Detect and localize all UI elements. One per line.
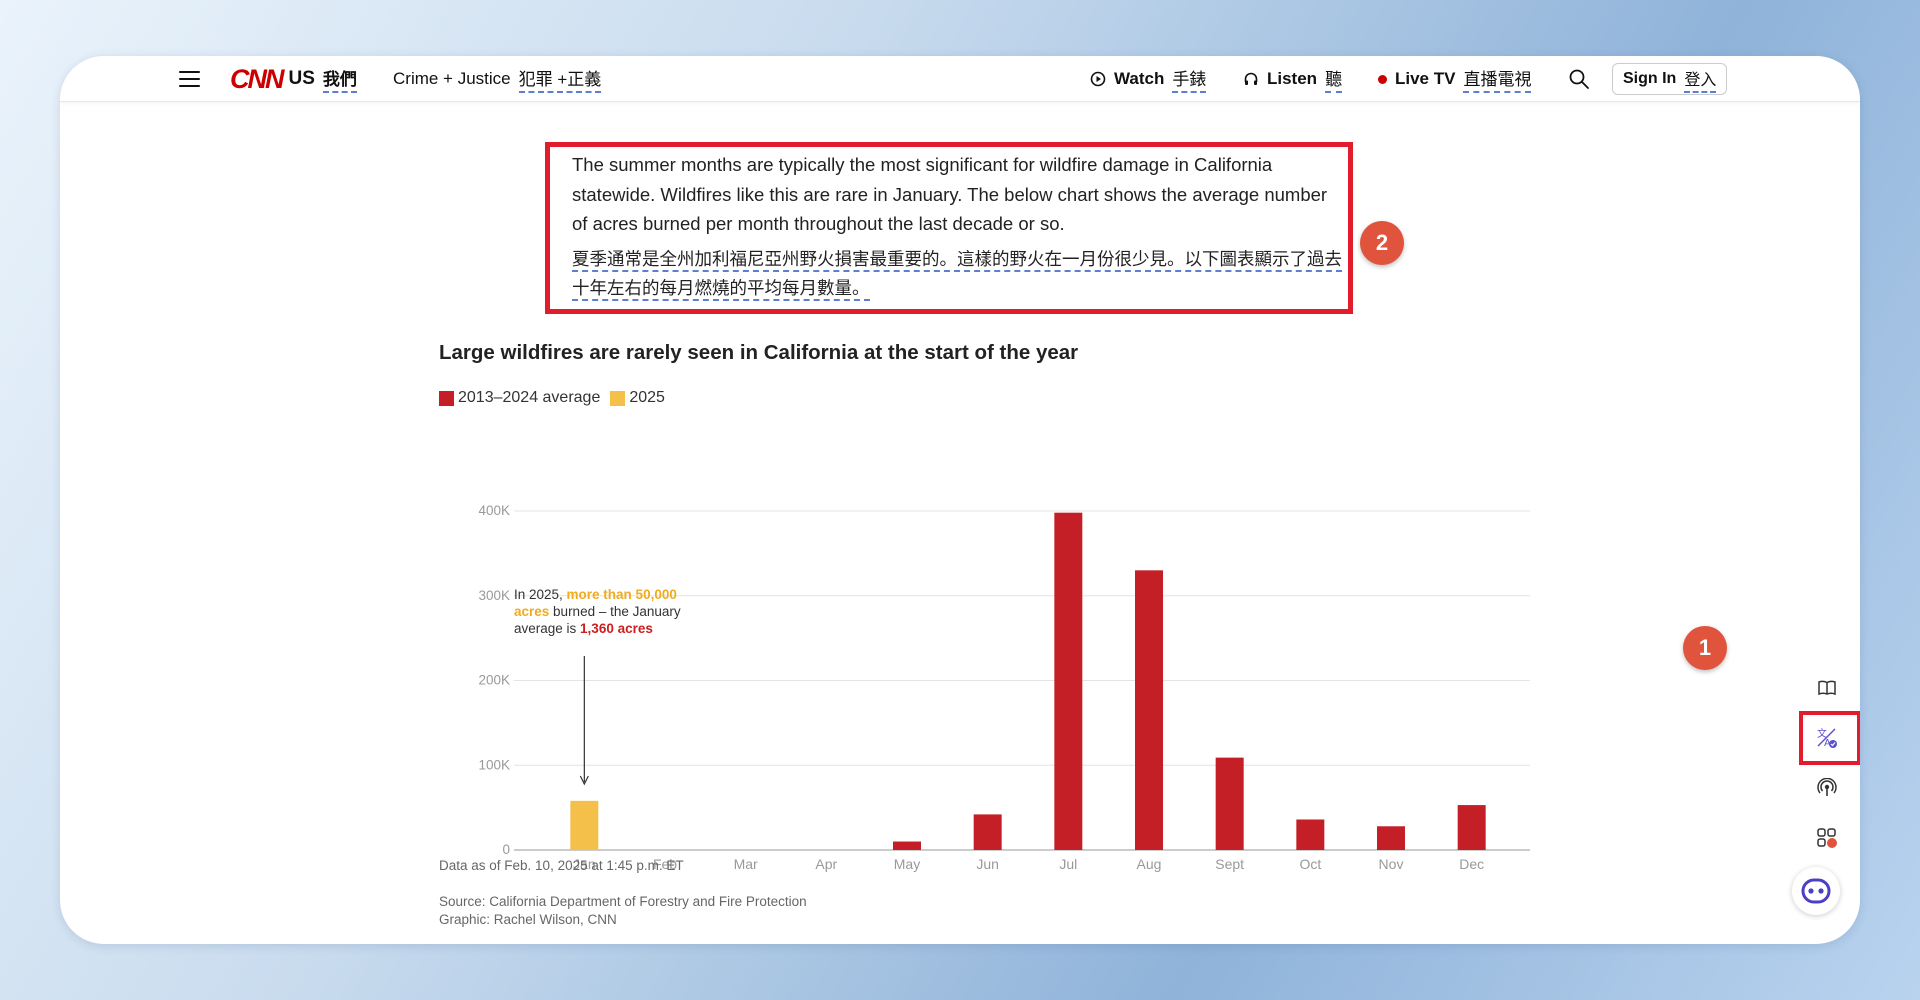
y-tick-200K: 200K	[478, 673, 510, 688]
chart-title: Large wildfires are rarely seen in Calif…	[439, 341, 1079, 364]
cnn-logo-mark: CNN	[230, 63, 284, 94]
x-tick-oct: Oct	[1299, 856, 1321, 872]
data-note: Data as of Feb. 10, 2025 at 1:45 p.m. ET	[439, 858, 684, 873]
apps-icon[interactable]	[1807, 818, 1847, 858]
bar-jul-average	[1054, 512, 1083, 850]
chart-legend: 2013–2024 average 2025	[439, 389, 675, 407]
x-tick-sept: Sept	[1215, 856, 1244, 872]
annotation-highlight-average: 1,360 acres	[580, 621, 653, 636]
bar-oct-average	[1296, 819, 1325, 850]
bar-jan-2025	[570, 800, 599, 850]
x-tick-mar: Mar	[734, 856, 758, 872]
bar-jun-average	[973, 814, 1002, 850]
listen-label: Listen	[1267, 69, 1318, 88]
nav-crime-justice[interactable]: Crime + Justice 犯罪 +正義	[393, 56, 602, 102]
bar-aug-average	[1135, 570, 1163, 850]
robot-icon[interactable]	[1792, 867, 1840, 915]
y-tick-300K: 300K	[478, 588, 510, 603]
signin-translation: 登入	[1684, 66, 1717, 93]
podcast-icon[interactable]	[1807, 768, 1847, 808]
live-tv-link[interactable]: Live TV 直播電視	[1378, 56, 1532, 102]
livetv-label: Live TV	[1395, 69, 1456, 88]
watch-translation: 手錶	[1172, 65, 1207, 93]
bar-nov-average	[1377, 826, 1405, 850]
legend-swatch-2025	[610, 390, 626, 406]
x-tick-dec: Dec	[1459, 856, 1484, 872]
bar-may-average	[893, 841, 921, 850]
y-tick-100K: 100K	[478, 757, 510, 772]
x-tick-jun: Jun	[976, 856, 999, 872]
section-label: Crime + Justice	[393, 69, 511, 88]
section-translation: 犯罪 +正義	[518, 65, 602, 93]
cnn-logo[interactable]: CNN US 我們	[230, 56, 357, 102]
chart-annotation: In 2025, more than 50,000 acres burned –…	[514, 586, 704, 637]
live-dot-icon	[1378, 74, 1387, 84]
hamburger-icon[interactable]	[178, 56, 200, 102]
legend-label-average: 2013–2024 average	[458, 389, 601, 406]
bar-chart: 0100K200K300K400KJan Feb Mar Apr May Jun Jul Au…	[478, 503, 1530, 872]
chart-source: Source: California Department of Forestr…	[439, 894, 807, 909]
signin-label: Sign In	[1623, 70, 1677, 87]
top-navbar: CNN US 我們 Crime + Justice 犯罪 +正義 Watch 手…	[60, 56, 1860, 102]
bar-dec-average	[1457, 805, 1486, 850]
sign-in-button[interactable]: Sign In 登入	[1612, 63, 1728, 95]
listen-translation: 聽	[1325, 65, 1343, 93]
translation-text: 夏季通常是全州加利福尼亞州野火損害最重要的。這樣的野火在一月份很少見。以下圖表顯…	[572, 250, 1342, 301]
x-tick-apr: Apr	[815, 856, 837, 872]
legend-item-2025: 2025	[610, 389, 665, 407]
browser-frame: CNN US 我們 Crime + Justice 犯罪 +正義 Watch 手…	[60, 56, 1860, 944]
chart-credit: Graphic: Rachel Wilson, CNN	[439, 912, 617, 927]
edition-translation: 我們	[322, 65, 357, 93]
translate-icon[interactable]: 文A	[1807, 718, 1847, 758]
headphones-icon	[1243, 71, 1259, 87]
x-tick-aug: Aug	[1137, 856, 1162, 872]
step-badge-2: 2	[1360, 221, 1404, 265]
x-tick-nov: Nov	[1379, 856, 1404, 872]
watch-link[interactable]: Watch 手錶	[1090, 56, 1207, 102]
watch-label: Watch	[1114, 69, 1165, 88]
legend-swatch-average	[439, 390, 454, 406]
legend-label-2025: 2025	[629, 389, 665, 406]
y-tick-400K: 400K	[478, 503, 510, 518]
search-icon[interactable]	[1568, 56, 1590, 102]
bar-sept-average	[1215, 757, 1244, 850]
annotation-text-1: In 2025,	[514, 587, 567, 602]
x-tick-jul: Jul	[1059, 856, 1077, 872]
legend-item-average: 2013–2024 average	[439, 389, 600, 407]
x-tick-may: May	[894, 856, 920, 872]
step-badge-1: 1	[1683, 626, 1727, 670]
livetv-translation: 直播電視	[1463, 65, 1532, 93]
article-paragraph: The summer months are typically the most…	[572, 154, 1328, 234]
edition-label: US	[288, 68, 315, 89]
y-tick-0: 0	[502, 842, 510, 857]
listen-link[interactable]: Listen 聽	[1243, 56, 1343, 102]
article-paragraph-translation: 夏季通常是全州加利福尼亞州野火損害最重要的。這樣的野火在一月份很少見。以下圖表顯…	[572, 246, 1342, 304]
play-icon	[1090, 71, 1106, 87]
book-icon[interactable]	[1807, 668, 1847, 708]
